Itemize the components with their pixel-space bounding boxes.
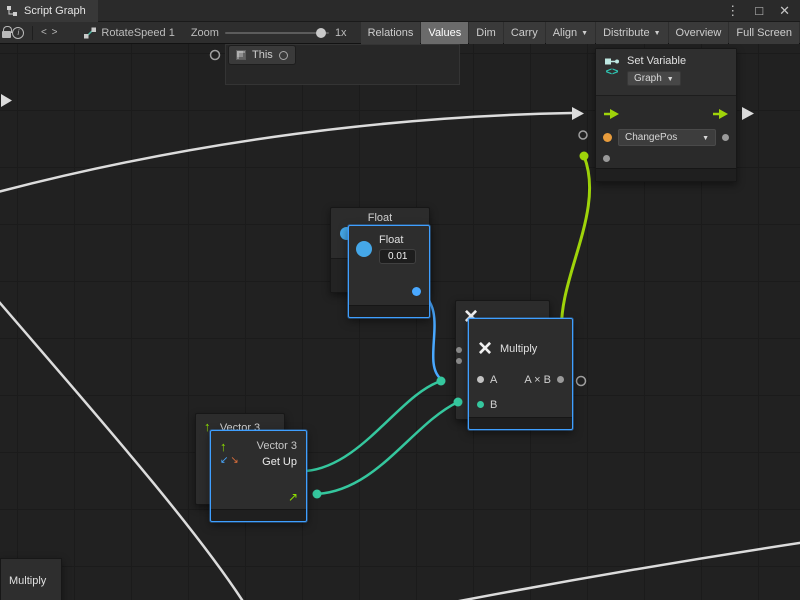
script-graph-icon [6, 5, 18, 17]
caret-down-icon: ▼ [667, 76, 674, 83]
port-empty-setvar[interactable] [579, 131, 587, 139]
wire-lime-value[interactable] [561, 156, 589, 336]
lock-button[interactable] [0, 22, 12, 44]
input-a-label: A [490, 374, 497, 386]
wire-vector3-to-multiply-b[interactable] [317, 402, 458, 494]
node-footer [596, 168, 736, 181]
values-button[interactable]: Values [421, 22, 468, 44]
tab-script-graph[interactable]: Script Graph [0, 0, 98, 22]
extra-input-port[interactable] [603, 155, 610, 162]
node-title: Multiply [500, 343, 537, 355]
dim-button[interactable]: Dim [469, 22, 503, 44]
port-lime-dot[interactable] [580, 152, 589, 161]
float-output-port[interactable] [412, 287, 421, 296]
float-icon [356, 241, 372, 257]
graph-asset-icon [84, 27, 96, 39]
relations-button[interactable]: Relations [361, 22, 421, 44]
graph-canvas[interactable]: This <> Set Variable Graph [0, 44, 800, 600]
fullscreen-button[interactable]: Full Screen [729, 22, 799, 44]
kebab-menu-icon[interactable]: ⋮ [726, 3, 739, 19]
align-dropdown[interactable]: Align▼ [546, 22, 595, 44]
toolbar-divider [32, 26, 33, 40]
variable-name-dropdown[interactable]: ChangePos ▼ [618, 129, 716, 146]
angle-brackets-icon: <> [606, 67, 619, 77]
variable-icon: <> [604, 55, 620, 91]
flow-input-arrow-icon[interactable] [603, 108, 620, 120]
input-b-port[interactable] [477, 401, 484, 408]
node-multiply[interactable]: × Multiply A A × B B [468, 318, 573, 430]
flow-output-arrow-icon[interactable] [712, 108, 729, 120]
result-label: A × B [524, 374, 551, 386]
code-view-button[interactable]: < > [41, 27, 58, 38]
vector-up-icon: ↑ [220, 440, 227, 453]
zoom-label: Zoom [191, 27, 219, 39]
zoom-slider-handle[interactable] [316, 28, 326, 38]
toolbar-buttons: Relations Values Dim Carry Align▼ Distri… [361, 22, 800, 44]
maximize-icon[interactable]: □ [755, 3, 763, 18]
variable-scope-dropdown[interactable]: Graph ▼ [627, 71, 681, 86]
node-title: Float [331, 208, 429, 224]
title-bar: Script Graph ⋮ □ ✕ [0, 0, 800, 22]
input-b-label: B [490, 399, 497, 411]
node-multiply-partial[interactable]: Multiply [0, 558, 62, 600]
distribute-dropdown[interactable]: Distribute▼ [596, 22, 667, 44]
tab-title: Script Graph [24, 5, 86, 17]
node-footer [211, 509, 306, 521]
node-this-label: This [252, 49, 273, 61]
wire-vector3-to-multiply-a[interactable] [306, 381, 441, 471]
set-variable-body: ChangePos ▼ [596, 96, 736, 169]
node-title: Set Variable [627, 55, 686, 67]
info-icon: i [12, 27, 24, 39]
graph-name: RotateSpeed 1 [101, 27, 174, 39]
carry-button[interactable]: Carry [504, 22, 545, 44]
graph-toolbar: i < > RotateSpeed 1 Zoom 1x Relations Va… [0, 22, 800, 44]
node-vector3-get-up[interactable]: ↑ ↙ ↘ Vector 3 Get Up ↗ [210, 430, 307, 522]
node-this[interactable]: This [228, 45, 296, 65]
node-footer [349, 305, 429, 317]
flow-arrow-out-icon [742, 107, 754, 120]
port-multiply-a[interactable] [437, 377, 446, 386]
variable-value-port[interactable] [603, 133, 612, 142]
node-set-variable[interactable]: <> Set Variable Graph ▼ [595, 48, 737, 182]
vector-right-icon: ↘ [230, 456, 238, 466]
node-operation: Get Up [262, 456, 297, 468]
vector-output-icon: ↗ [288, 491, 298, 503]
set-variable-header: <> Set Variable Graph ▼ [596, 49, 736, 96]
node-title: Multiply [1, 559, 61, 587]
wire-white-bottom[interactable] [392, 542, 800, 600]
input-a-port[interactable] [477, 376, 484, 383]
caret-down-icon: ▼ [654, 30, 661, 37]
cube-icon [236, 50, 246, 60]
close-icon[interactable]: ✕ [779, 3, 790, 19]
zoom-value: 1x [335, 27, 347, 39]
lock-icon [2, 31, 11, 38]
zoom-slider[interactable] [225, 32, 329, 34]
wire-control-flow[interactable] [0, 113, 572, 193]
zoom-control: Zoom 1x [191, 27, 347, 39]
flow-arrow-in-icon [572, 107, 584, 120]
float-value-field[interactable]: 0.01 [379, 249, 416, 264]
unity-script-graph-window: Script Graph ⋮ □ ✕ i < > RotateSpeed 1 Z… [0, 0, 800, 600]
node-float[interactable]: Float 0.01 [348, 225, 430, 318]
caret-down-icon: ▼ [702, 135, 709, 142]
port-empty-multiply-out[interactable] [577, 377, 586, 386]
variable-output-port[interactable] [722, 134, 729, 141]
node-title: Float [379, 234, 403, 246]
node-title: Vector 3 [257, 440, 297, 452]
info-button[interactable]: i [12, 22, 24, 44]
caret-down-icon: ▼ [581, 30, 588, 37]
graph-reference[interactable]: RotateSpeed 1 [84, 27, 174, 39]
node-footer [469, 417, 572, 429]
this-output-port[interactable] [279, 51, 288, 60]
result-port[interactable] [557, 376, 564, 383]
multiply-icon: × [478, 337, 492, 361]
port-vector3-out[interactable] [313, 490, 322, 499]
overview-button[interactable]: Overview [669, 22, 729, 44]
port-empty-this[interactable] [211, 51, 220, 60]
flow-arrow-left-edge-icon [1, 94, 12, 107]
vector-left-icon: ↙ [220, 456, 228, 466]
